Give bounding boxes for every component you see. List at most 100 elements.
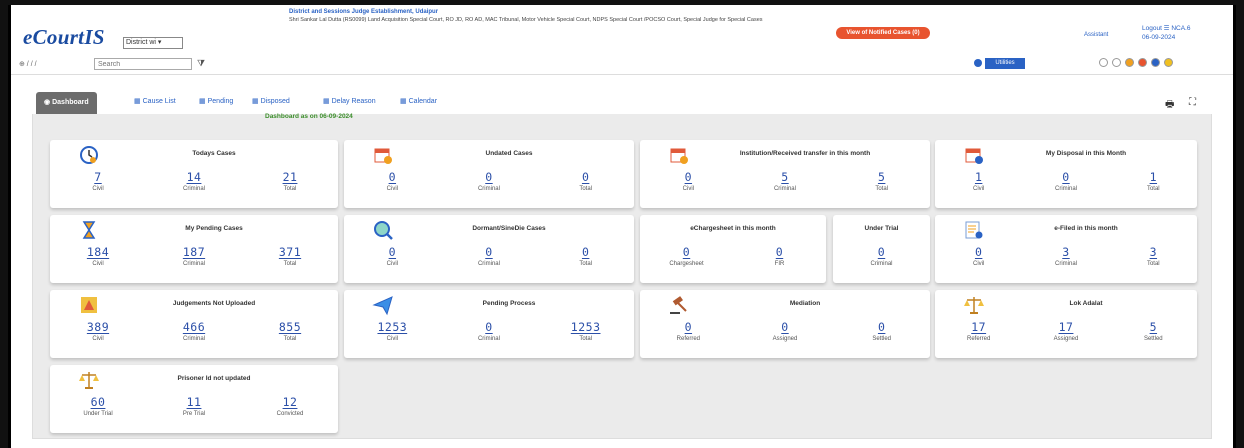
stat-assigned[interactable]: 17 Assigned <box>1022 320 1109 342</box>
stat-value[interactable]: 5 <box>1110 320 1197 334</box>
stat-criminal[interactable]: 0 Criminal <box>441 245 538 267</box>
expand-icon[interactable]: ⛶ <box>1189 97 1196 108</box>
stat-value[interactable]: 466 <box>146 320 242 334</box>
stat-total[interactable]: 855 Total <box>242 320 338 342</box>
stat-value[interactable]: 1 <box>1110 170 1197 184</box>
stat-value[interactable]: 855 <box>242 320 338 334</box>
dashboard-card-mediation[interactable]: Mediation 0 Referred 0 Assigned 0 Settled <box>640 290 930 358</box>
stat-convicted[interactable]: 12 Convicted <box>242 395 338 417</box>
establishment-select[interactable]: District wi ▾ <box>123 37 183 49</box>
stat-value[interactable]: 0 <box>833 245 930 259</box>
stat-criminal[interactable]: 0 Criminal <box>833 245 930 267</box>
filter-icon[interactable]: ⧩ <box>197 58 205 69</box>
stat-criminal[interactable]: 0 Criminal <box>441 170 538 192</box>
stat-value[interactable]: 0 <box>1022 170 1109 184</box>
stat-value[interactable]: 1 <box>935 170 1022 184</box>
stat-value[interactable]: 0 <box>441 245 538 259</box>
stat-value[interactable]: 0 <box>441 320 538 334</box>
stat-total[interactable]: 5 Total <box>833 170 930 192</box>
stat-value[interactable]: 60 <box>50 395 146 409</box>
stat-total[interactable]: 371 Total <box>242 245 338 267</box>
dashboard-card-todays-cases[interactable]: Todays Cases 7 Civil 14 Criminal 21 Total <box>50 140 338 208</box>
breadcrumb[interactable]: ⊕ / / / <box>19 60 37 68</box>
print-icon[interactable]: 🖶 <box>1165 97 1174 114</box>
stat-value[interactable]: 371 <box>242 245 338 259</box>
stat-value[interactable]: 389 <box>50 320 146 334</box>
stat-value[interactable]: 0 <box>640 170 737 184</box>
stat-total[interactable]: 1253 Total <box>537 320 634 342</box>
stat-value[interactable]: 17 <box>935 320 1022 334</box>
app-logo[interactable]: eCourtIS <box>23 25 105 50</box>
stat-value[interactable]: 0 <box>640 320 737 334</box>
stat-criminal[interactable]: 5 Criminal <box>737 170 834 192</box>
stat-total[interactable]: 1 Total <box>1110 170 1197 192</box>
stat-settled[interactable]: 0 Settled <box>833 320 930 342</box>
stat-chargesheet[interactable]: 0 Chargesheet <box>640 245 733 267</box>
stat-criminal[interactable]: 0 Criminal <box>441 320 538 342</box>
stat-value[interactable]: 0 <box>537 245 634 259</box>
stat-value[interactable]: 14 <box>146 170 242 184</box>
stat-settled[interactable]: 5 Settled <box>1110 320 1197 342</box>
stat-value[interactable]: 184 <box>50 245 146 259</box>
stat-value[interactable]: 0 <box>344 245 441 259</box>
tab-disposed[interactable]: ▦ Disposed <box>252 97 290 106</box>
stat-value[interactable]: 3 <box>1110 245 1197 259</box>
stat-value[interactable]: 0 <box>640 245 733 259</box>
stat-value[interactable]: 7 <box>50 170 146 184</box>
stat-value[interactable]: 0 <box>737 320 834 334</box>
stat-value[interactable]: 0 <box>441 170 538 184</box>
stat-assigned[interactable]: 0 Assigned <box>737 320 834 342</box>
theme-dot-5[interactable] <box>1164 58 1173 67</box>
stat-civil[interactable]: 389 Civil <box>50 320 146 342</box>
stat-referred[interactable]: 0 Referred <box>640 320 737 342</box>
stat-civil[interactable]: 0 Civil <box>344 245 441 267</box>
stat-value[interactable]: 21 <box>242 170 338 184</box>
stat-criminal[interactable]: 187 Criminal <box>146 245 242 267</box>
stat-total[interactable]: 3 Total <box>1110 245 1197 267</box>
stat-value[interactable]: 0 <box>344 170 441 184</box>
stat-value[interactable]: 11 <box>146 395 242 409</box>
stat-value[interactable]: 5 <box>737 170 834 184</box>
stat-total[interactable]: 0 Total <box>537 170 634 192</box>
logout-link[interactable]: Logout ☰ NCA.6 <box>1142 25 1212 33</box>
dashboard-card-e-filed-in-this-month[interactable]: e-Filed in this month 0 Civil 3 Criminal 3 Tot… <box>935 215 1197 283</box>
stat-value[interactable]: 0 <box>537 170 634 184</box>
dashboard-card-prisoner-id-not-updated[interactable]: Prisoner Id not updated 60 Under Trial 11 Pr… <box>50 365 338 433</box>
stat-value[interactable]: 3 <box>1022 245 1109 259</box>
stat-value[interactable]: 1253 <box>344 320 441 334</box>
dashboard-card-pending-process[interactable]: Pending Process 1253 Civil 0 Criminal 1253 Tot… <box>344 290 634 358</box>
stat-civil[interactable]: 0 Civil <box>344 170 441 192</box>
stat-criminal[interactable]: 14 Criminal <box>146 170 242 192</box>
theme-dot-1[interactable] <box>1112 58 1121 67</box>
tab-calendar[interactable]: ▦ Calendar <box>400 97 437 106</box>
theme-dot-0[interactable] <box>1099 58 1108 67</box>
stat-criminal[interactable]: 3 Criminal <box>1022 245 1109 267</box>
tab-delay-reason[interactable]: ▦ Delay Reason <box>323 97 376 106</box>
stat-value[interactable]: 17 <box>1022 320 1109 334</box>
utilities-button[interactable]: Utilities <box>985 58 1025 69</box>
stat-total[interactable]: 21 Total <box>242 170 338 192</box>
theme-dot-3[interactable] <box>1138 58 1147 67</box>
dashboard-card-lok-adalat[interactable]: Lok Adalat 17 Referred 17 Assigned 5 Settled <box>935 290 1197 358</box>
tab-pending[interactable]: ▦ Pending <box>199 97 233 106</box>
stat-civil[interactable]: 0 Civil <box>935 245 1022 267</box>
stat-value[interactable]: 187 <box>146 245 242 259</box>
search-input[interactable] <box>94 58 192 70</box>
dashboard-card-my-disposal-in-this-month[interactable]: My Disposal in this Month 1 Civil 0 Criminal… <box>935 140 1197 208</box>
stat-value[interactable]: 0 <box>833 320 930 334</box>
stat-civil[interactable]: 1253 Civil <box>344 320 441 342</box>
stat-civil[interactable]: 7 Civil <box>50 170 146 192</box>
dashboard-card-under-trial[interactable]: Under Trial 0 Criminal <box>833 215 930 283</box>
tab-dashboard[interactable]: ◉ Dashboard <box>36 92 97 114</box>
dashboard-card-institution-received-transfer-in-this-month[interactable]: Institution/Received transfer in this mo… <box>640 140 930 208</box>
stat-criminal[interactable]: 0 Criminal <box>1022 170 1109 192</box>
stat-fir[interactable]: 0 FIR <box>733 245 826 267</box>
stat-value[interactable]: 0 <box>733 245 826 259</box>
tab-cause-list[interactable]: ▦ Cause List <box>134 97 176 106</box>
stat-value[interactable]: 0 <box>935 245 1022 259</box>
dashboard-card-dormant-sinedie-cases[interactable]: Dormant/SineDie Cases 0 Civil 0 Criminal 0 Tot… <box>344 215 634 283</box>
stat-value[interactable]: 12 <box>242 395 338 409</box>
notified-cases-button[interactable]: View of Notified Cases (0) <box>836 27 930 39</box>
theme-dot-2[interactable] <box>1125 58 1134 67</box>
stat-civil[interactable]: 1 Civil <box>935 170 1022 192</box>
